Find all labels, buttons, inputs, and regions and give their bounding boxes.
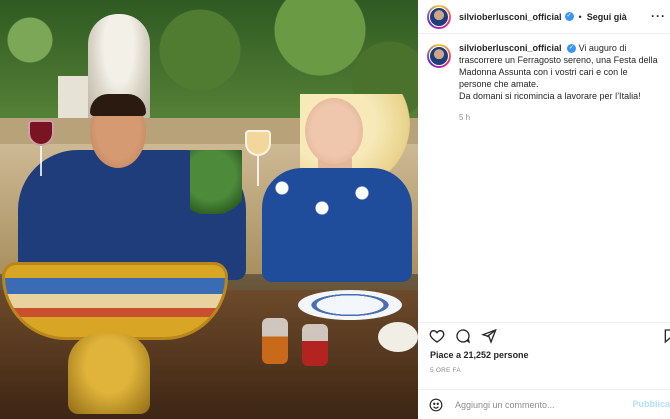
plates — [298, 290, 402, 320]
comment-bar: Aggiungi un commento... Pubblica — [418, 389, 670, 419]
following-button[interactable]: Segui già — [587, 12, 627, 22]
likes-count[interactable]: Piace a 21,252 persone — [430, 350, 529, 360]
vinegar-bottle — [302, 324, 328, 366]
post-date[interactable]: 5 ORE FA — [430, 367, 461, 374]
caption: silvioberlusconi_official ✓ Vi auguro di… — [418, 42, 670, 124]
post-photo[interactable] — [0, 0, 418, 419]
woman-top — [262, 168, 412, 282]
emoji-icon[interactable] — [429, 398, 443, 412]
woman-face — [305, 98, 363, 164]
bookmark-icon[interactable] — [662, 328, 670, 344]
more-options-icon[interactable]: ··· — [651, 9, 666, 23]
heart-icon[interactable] — [429, 328, 445, 344]
ceramic-bowl-base — [68, 334, 150, 414]
red-wine-glass — [28, 120, 54, 180]
post-side-panel: silvioberlusconi_official ✓ • Segui già … — [418, 0, 670, 419]
post-header: silvioberlusconi_official ✓ • Segui già … — [418, 0, 670, 34]
separator-dot: • — [578, 11, 582, 22]
ceramic-bowl — [2, 262, 228, 340]
comment-icon[interactable] — [455, 328, 471, 344]
caption-body: silvioberlusconi_official ✓ Vi auguro di… — [459, 42, 659, 124]
white-wine-glass — [245, 130, 271, 190]
plant — [190, 150, 242, 214]
header-username[interactable]: silvioberlusconi_official — [459, 12, 562, 22]
caption-avatar[interactable] — [427, 44, 451, 68]
avatar[interactable] — [427, 4, 451, 29]
verified-badge-icon: ✓ — [564, 12, 574, 21]
send-icon[interactable] — [481, 328, 497, 344]
action-bar — [418, 322, 670, 346]
publish-button[interactable]: Pubblica — [632, 399, 670, 409]
caption-username[interactable]: silvioberlusconi_official — [459, 43, 562, 53]
bread-plate — [378, 322, 418, 352]
caption-time: 5 h — [459, 113, 471, 122]
verified-badge-icon: ✓ — [567, 44, 577, 54]
comment-input[interactable]: Aggiungi un commento... — [455, 400, 555, 410]
caption-text-line2: Da domani si ricomincia a lavorare per l… — [459, 91, 641, 101]
man-hair — [90, 94, 146, 116]
oil-bottle — [262, 318, 288, 364]
